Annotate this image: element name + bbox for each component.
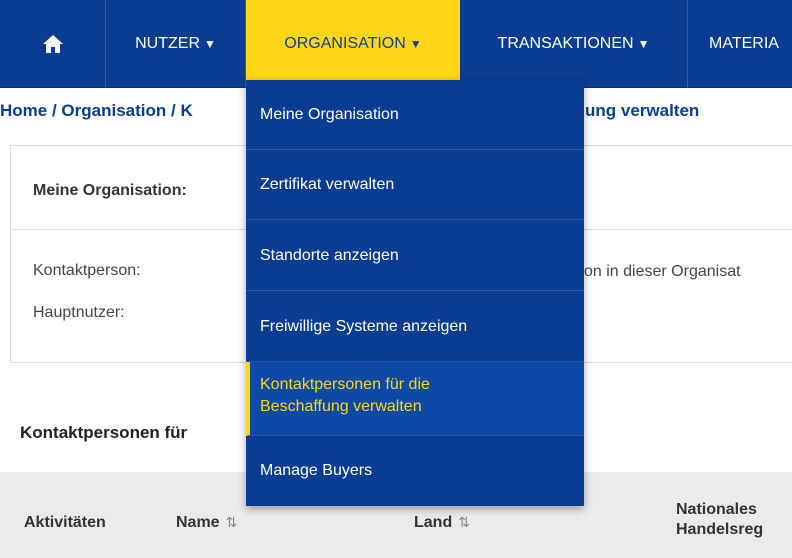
menu-item-label: Meine Organisation <box>260 106 399 123</box>
nav-nutzer[interactable]: NUTZER ▼ <box>106 0 246 88</box>
nav-organisation[interactable]: ORGANISATION ▼ <box>246 0 460 88</box>
menu-item-label: Manage Buyers <box>260 462 373 479</box>
breadcrumb-organisation[interactable]: Organisation <box>61 101 166 120</box>
column-header-handelsregister-line1: Nationales <box>676 501 757 518</box>
menu-item-label-line2: Beschaffung verwalten <box>260 398 422 415</box>
nav-material[interactable]: MATERIA <box>688 0 792 88</box>
breadcrumb-separator: / <box>166 101 181 120</box>
column-header-handelsregister-line2: Handelsreg <box>676 521 764 538</box>
column-header-land-label: Land <box>414 514 453 531</box>
column-header-land[interactable]: Land ⇅ <box>414 514 470 532</box>
organisation-dropdown-menu: Meine Organisation Zertifikat verwalten … <box>246 80 584 506</box>
column-header-aktivitaeten: Aktivitäten <box>24 514 106 531</box>
menu-item-label: Standorte anzeigen <box>260 247 399 264</box>
menu-item-kontaktpersonen-beschaffung[interactable]: Kontaktpersonen für die Beschaffung verw… <box>246 362 584 436</box>
nav-material-label: MATERIA <box>709 35 779 52</box>
menu-item-manage-buyers[interactable]: Manage Buyers <box>246 436 584 506</box>
menu-item-freiwillige-systeme[interactable]: Freiwillige Systeme anzeigen <box>246 291 584 362</box>
contact-person-label: Kontaktperson: <box>33 262 141 279</box>
home-icon <box>42 35 63 53</box>
menu-item-standorte-anzeigen[interactable]: Standorte anzeigen <box>246 220 584 291</box>
nav-nutzer-label: NUTZER <box>135 35 200 52</box>
menu-item-label-line1: Kontaktpersonen für die <box>260 376 430 393</box>
top-navigation: NUTZER ▼ ORGANISATION ▼ TRANSAKTIONEN ▼ … <box>0 0 792 88</box>
sort-icon[interactable]: ⇅ <box>458 514 470 530</box>
menu-item-meine-organisation[interactable]: Meine Organisation <box>246 80 584 150</box>
caret-down-icon: ▼ <box>204 37 216 51</box>
breadcrumb-home[interactable]: Home <box>0 101 47 120</box>
main-user-label: Hauptnutzer: <box>33 304 125 321</box>
nav-organisation-label: ORGANISATION <box>284 35 406 52</box>
nav-transaktionen[interactable]: TRANSAKTIONEN ▼ <box>460 0 688 88</box>
menu-item-zertifikat-verwalten[interactable]: Zertifikat verwalten <box>246 150 584 220</box>
nav-transaktionen-label: TRANSAKTIONEN <box>497 35 634 52</box>
column-header-name[interactable]: Name ⇅ <box>176 514 237 532</box>
breadcrumb-current-end: ung verwalten <box>585 101 700 120</box>
menu-item-label: Freiwillige Systeme anzeigen <box>260 318 468 335</box>
section-title: Kontaktpersonen für <box>20 423 188 442</box>
breadcrumb-current-start: K <box>180 101 193 120</box>
menu-item-label: Zertifikat verwalten <box>260 176 395 193</box>
caret-down-icon: ▼ <box>409 37 422 51</box>
sort-icon[interactable]: ⇅ <box>226 514 238 530</box>
nav-home[interactable] <box>0 0 106 88</box>
panel-title: Meine Organisation: <box>33 182 187 199</box>
column-header-handelsregister: Nationales Handelsreg <box>676 500 763 540</box>
caret-down-icon: ▼ <box>637 37 650 51</box>
breadcrumb-separator: / <box>47 101 62 120</box>
contact-person-text: on in dieser Organisat <box>584 263 741 280</box>
column-header-name-label: Name <box>176 514 220 531</box>
